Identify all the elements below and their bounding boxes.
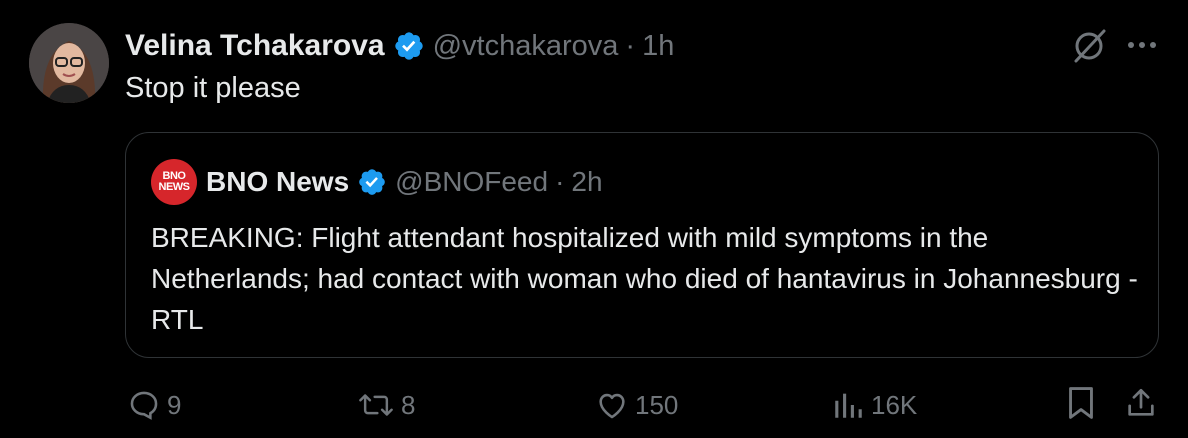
quoted-author-name[interactable]: BNO News — [206, 166, 349, 198]
author-name[interactable]: Velina Tchakarova — [125, 29, 385, 63]
timestamp[interactable]: 1h — [642, 30, 674, 63]
tweet-header: Velina Tchakarova @vtchakarova · 1h — [125, 26, 674, 66]
dot-separator: · — [625, 29, 636, 62]
quoted-timestamp[interactable]: 2h — [571, 166, 602, 198]
quoted-tweet-header: BNO NEWS BNO News @BNOFeed · 2h — [151, 159, 603, 205]
heart-icon — [595, 388, 629, 422]
tweet-text: Stop it please — [125, 72, 301, 104]
avatar[interactable] — [29, 23, 109, 103]
author-handle[interactable]: @vtchakarova — [433, 30, 619, 63]
grok-icon[interactable] — [1068, 25, 1110, 67]
bookmark-button[interactable] — [1066, 386, 1096, 424]
quoted-tweet-text: BREAKING: Flight attendant hospitalized … — [151, 222, 1138, 335]
bno-news-logo[interactable]: BNO NEWS — [151, 159, 197, 205]
reply-icon — [127, 388, 161, 422]
dot-separator: · — [555, 166, 565, 197]
views-icon — [831, 388, 865, 422]
verified-badge-icon[interactable] — [357, 167, 387, 197]
repost-button[interactable]: 8 — [357, 386, 415, 424]
reply-button[interactable]: 9 — [127, 386, 181, 424]
quoted-author-handle[interactable]: @BNOFeed — [395, 166, 548, 198]
repost-icon — [357, 388, 395, 422]
repost-count: 8 — [401, 389, 416, 420]
like-count: 150 — [635, 389, 679, 420]
views-button[interactable]: 16K — [831, 386, 917, 424]
bookmark-icon — [1066, 386, 1096, 425]
more-icon[interactable] — [1124, 30, 1160, 60]
quoted-tweet[interactable]: BNO NEWS BNO News @BNOFeed · 2h BREAKING… — [125, 132, 1159, 358]
share-button[interactable] — [1124, 386, 1158, 424]
reply-count: 9 — [167, 389, 182, 420]
like-button[interactable]: 150 — [595, 386, 678, 424]
verified-badge-icon[interactable] — [393, 30, 425, 62]
view-count: 16K — [871, 389, 918, 420]
logo-text-bottom: NEWS — [158, 181, 191, 193]
share-icon — [1124, 386, 1158, 425]
